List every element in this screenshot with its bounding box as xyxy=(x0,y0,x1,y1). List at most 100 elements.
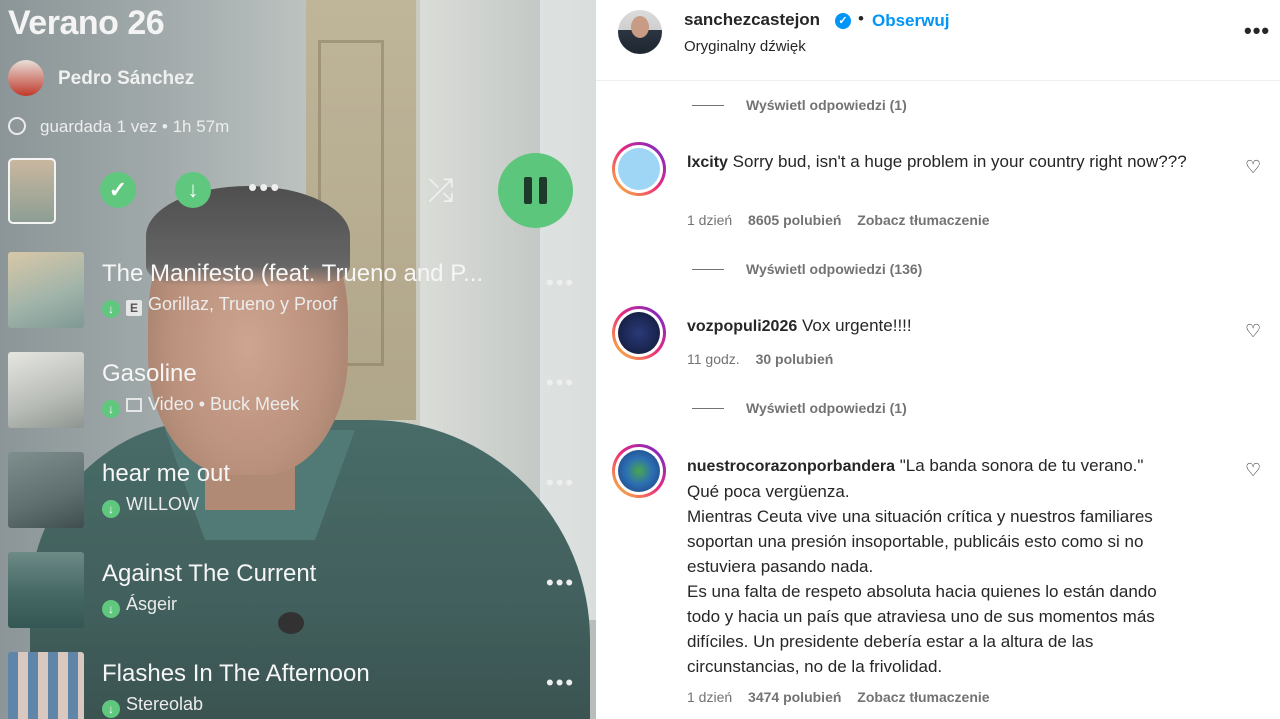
view-replies-link[interactable]: Wyświetl odpowiedzi (1) xyxy=(692,97,907,113)
track-title: Flashes In The Afternoon xyxy=(102,660,370,687)
comment-text: vozpopuli2026 Vox urgente!!!! xyxy=(687,313,1207,339)
track-title: hear me out xyxy=(102,460,231,487)
comment-likes[interactable]: 30 polubień xyxy=(756,351,834,367)
avatar-image xyxy=(618,312,660,354)
commenter-username[interactable]: vozpopuli2026 xyxy=(687,318,797,335)
comment-likes[interactable]: 8605 polubień xyxy=(748,212,841,228)
more-options-icon[interactable]: ••• xyxy=(248,172,281,203)
comment-body: Sorry bud, isn't a huge problem in your … xyxy=(732,152,1187,171)
downloaded-icon: ↓ xyxy=(102,300,120,318)
comment-text: nuestrocorazonporbandera "La banda sonor… xyxy=(687,453,1207,679)
avatar-image xyxy=(618,148,660,190)
track-artwork xyxy=(8,452,84,528)
saved-check-icon[interactable]: ✓ xyxy=(100,172,136,208)
track-title: The Manifesto (feat. Trueno and P... xyxy=(102,260,484,287)
commenter-avatar[interactable] xyxy=(612,444,666,498)
comment-line: soportan una presión insoportable, publi… xyxy=(687,532,1144,551)
commenter-avatar[interactable] xyxy=(612,142,666,196)
track-artists: Video • Buck Meek xyxy=(148,394,300,414)
avatar-image xyxy=(618,450,660,492)
video-badge-icon xyxy=(126,398,142,412)
view-replies-label: Wyświetl odpowiedzi (1) xyxy=(746,400,907,416)
separator-dot: • xyxy=(858,9,864,28)
view-replies-link[interactable]: Wyświetl odpowiedzi (136) xyxy=(692,261,922,277)
comment-line: Qué poca vergüenza. xyxy=(687,482,850,501)
replies-line xyxy=(692,105,724,106)
comment-meta: 1 dzień 8605 polubień Zobacz tłumaczenie xyxy=(687,212,1002,228)
comment-line: difíciles. Un presidente debería estar a… xyxy=(687,632,1094,651)
track-row[interactable]: The Manifesto (feat. Trueno and P... ↓ E G… xyxy=(8,252,596,332)
track-more-icon[interactable]: ••• xyxy=(546,470,575,496)
track-row[interactable]: Flashes In The Afternoon ↓ Stereolab ••• xyxy=(8,652,596,719)
downloaded-icon: ↓ xyxy=(102,700,120,718)
comment-line: todo y hacia un país que atraviesa uno d… xyxy=(687,607,1155,626)
comment-line: circunstancias, no de la frivolidad. xyxy=(687,657,943,676)
commenter-username[interactable]: nuestrocorazonporbandera xyxy=(687,458,895,475)
track-title: Gasoline xyxy=(102,360,197,387)
track-artwork xyxy=(8,552,84,628)
comment-line: estuviera pasando nada. xyxy=(687,557,874,576)
like-heart-icon[interactable]: ♡ xyxy=(1245,157,1261,178)
view-replies-label: Wyświetl odpowiedzi (1) xyxy=(746,97,907,113)
comment-likes[interactable]: 3474 polubień xyxy=(748,689,841,705)
comment-meta: 1 dzień 3474 polubień Zobacz tłumaczenie xyxy=(687,689,1002,705)
track-artists-line: ↓ Video • Buck Meek xyxy=(102,394,299,418)
comment-body: Vox urgente!!!! xyxy=(801,316,912,335)
playlist-owner[interactable]: Pedro Sánchez xyxy=(58,68,194,90)
commenter-avatar[interactable] xyxy=(612,306,666,360)
follow-button[interactable]: Obserwuj xyxy=(872,11,949,31)
commenter-username[interactable]: lxcity xyxy=(687,154,728,171)
comment-text: lxcity Sorry bud, isn't a huge problem i… xyxy=(687,149,1207,175)
like-heart-icon[interactable]: ♡ xyxy=(1245,460,1261,481)
track-artists-line: ↓ E Gorillaz, Trueno y Proof xyxy=(102,294,337,318)
track-more-icon[interactable]: ••• xyxy=(546,670,575,696)
header-divider xyxy=(596,80,1280,81)
comment-line: Es una falta de respeto absoluta hacia q… xyxy=(687,582,1157,601)
author-username[interactable]: sanchezcastejon xyxy=(684,10,820,30)
more-options-icon[interactable]: ••• xyxy=(1244,18,1270,44)
playlist-panel: Verano 26 Pedro Sánchez guardada 1 vez •… xyxy=(0,0,596,719)
track-artwork xyxy=(8,352,84,428)
see-translation-link[interactable]: Zobacz tłumaczenie xyxy=(857,689,989,705)
comment-time: 11 godz. xyxy=(687,351,740,367)
comment-body-first: "La banda sonora de tu verano." xyxy=(899,456,1144,475)
view-replies-label: Wyświetl odpowiedzi (136) xyxy=(746,261,923,277)
owner-avatar[interactable] xyxy=(8,60,44,96)
verified-badge-icon: ✓ xyxy=(835,13,851,29)
like-heart-icon[interactable]: ♡ xyxy=(1245,321,1261,342)
track-artwork xyxy=(8,652,84,719)
track-row[interactable]: Gasoline ↓ Video • Buck Meek ••• xyxy=(8,352,596,432)
track-more-icon[interactable]: ••• xyxy=(546,370,575,396)
pause-button[interactable] xyxy=(498,153,573,228)
see-translation-link[interactable]: Zobacz tłumaczenie xyxy=(857,212,989,228)
track-row[interactable]: Against The Current ↓ Ásgeir ••• xyxy=(8,552,596,632)
track-artists: Gorillaz, Trueno y Proof xyxy=(148,294,338,314)
downloaded-icon: ↓ xyxy=(102,500,120,518)
explicit-badge: E xyxy=(126,300,142,316)
track-more-icon[interactable]: ••• xyxy=(546,270,575,296)
downloaded-icon: ↓ xyxy=(102,600,120,618)
track-artwork xyxy=(8,252,84,328)
author-avatar[interactable] xyxy=(618,10,662,54)
track-artists-line: ↓ WILLOW xyxy=(102,494,199,518)
track-artists-line: ↓ Ásgeir xyxy=(102,594,177,618)
track-artists: Stereolab xyxy=(126,694,204,714)
comments-panel: sanchezcastejon ✓ • Obserwuj Oryginalny … xyxy=(596,0,1280,719)
comment-line: Mientras Ceuta vive una situación crític… xyxy=(687,507,1153,526)
audio-label[interactable]: Oryginalny dźwięk xyxy=(684,38,806,55)
track-more-icon[interactable]: ••• xyxy=(546,570,575,596)
comment-meta: 11 godz. 30 polubień xyxy=(687,351,845,367)
track-artists: WILLOW xyxy=(126,494,200,514)
shuffle-icon[interactable]: ⤮ xyxy=(428,172,454,208)
replies-line xyxy=(692,269,724,270)
globe-icon xyxy=(8,117,26,135)
playlist-meta: guardada 1 vez • 1h 57m xyxy=(40,117,230,136)
view-replies-link[interactable]: Wyświetl odpowiedzi (1) xyxy=(692,400,907,416)
comment-time: 1 dzień xyxy=(687,689,733,705)
track-row[interactable]: hear me out ↓ WILLOW ••• xyxy=(8,452,596,532)
playlist-cover-thumbnail[interactable] xyxy=(8,158,56,224)
download-icon[interactable]: ↓ xyxy=(175,172,211,208)
track-artists-line: ↓ Stereolab xyxy=(102,694,203,718)
replies-line xyxy=(692,408,724,409)
track-title: Against The Current xyxy=(102,560,317,587)
